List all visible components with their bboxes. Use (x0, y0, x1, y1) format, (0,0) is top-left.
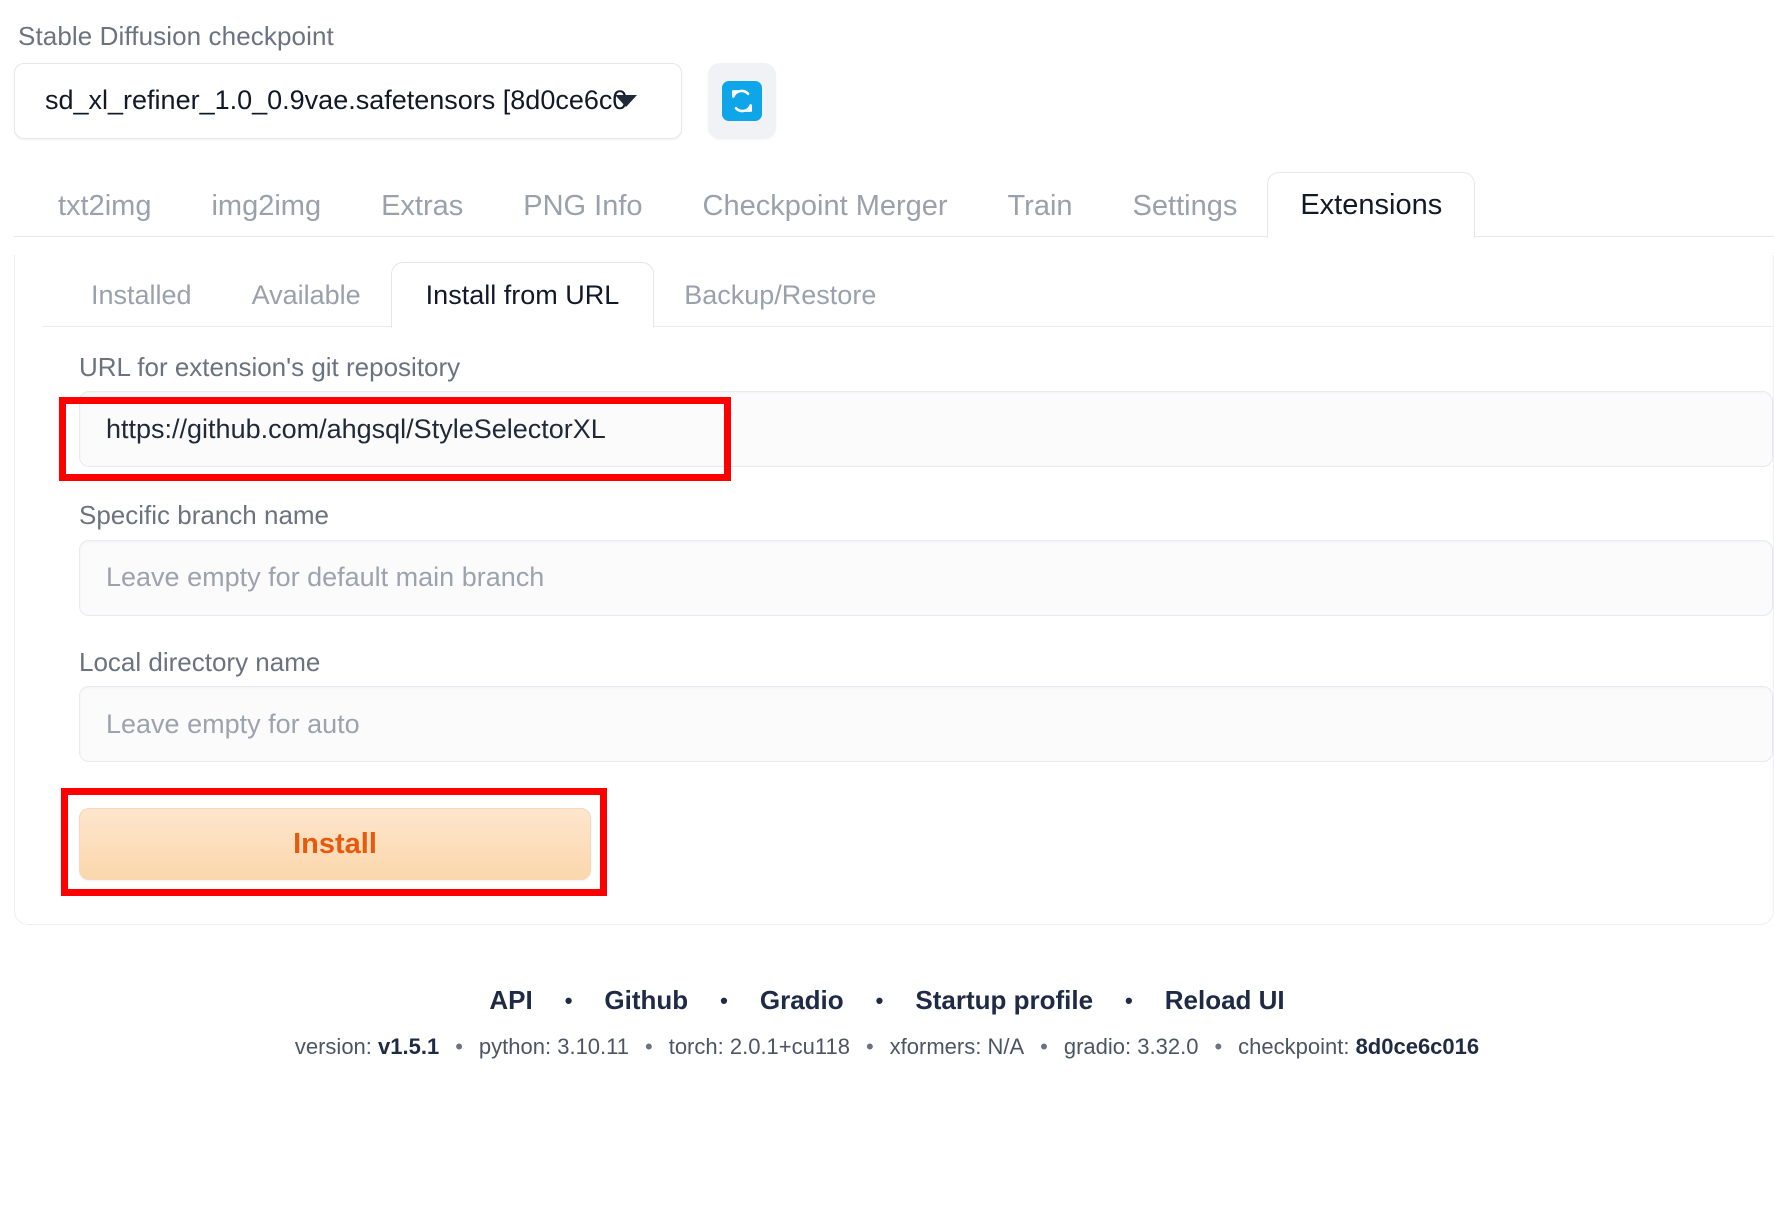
meta-python-value: 3.10.11 (557, 1034, 629, 1059)
meta-checkpoint: checkpoint: 8d0ce6c016 (1226, 1034, 1491, 1060)
meta-torch: torch: 2.0.1+cu118 (657, 1034, 862, 1060)
subtab-install-from-url[interactable]: Install from URL (391, 262, 655, 328)
footer-separator-dot: • (876, 988, 884, 1014)
meta-separator: • (1036, 1034, 1052, 1060)
footer-link-startup-profile[interactable]: Startup profile (883, 985, 1125, 1016)
url-field-label: URL for extension's git repository (79, 353, 1773, 382)
footer: API • Github • Gradio • Startup profile … (0, 985, 1774, 1060)
branch-field-label: Specific branch name (79, 501, 1773, 530)
footer-separator-dot: • (565, 988, 573, 1014)
url-field-group: URL for extension's git repository https… (43, 353, 1773, 468)
footer-separator-dot: • (1125, 988, 1133, 1014)
directory-field-label: Local directory name (79, 648, 1773, 677)
url-input[interactable]: https://github.com/ahgsql/StyleSelectorX… (79, 391, 1773, 467)
refresh-checkpoints-button[interactable] (708, 63, 776, 139)
main-tabs: txt2img img2img Extras PNG Info Checkpoi… (0, 173, 1774, 237)
subtab-backup-restore[interactable]: Backup/Restore (654, 282, 906, 327)
branch-input[interactable]: Leave empty for default main branch (79, 540, 1773, 616)
footer-version-info: version: v1.5.1 • python: 3.10.11 • torc… (0, 1034, 1774, 1060)
checkpoint-row: sd_xl_refiner_1.0_0.9vae.safetensors [8d… (14, 63, 1774, 139)
footer-separator-dot: • (720, 988, 728, 1014)
tab-img2img[interactable]: img2img (181, 192, 351, 237)
meta-version: version: v1.5.1 (283, 1034, 451, 1060)
branch-field-group: Specific branch name Leave empty for def… (43, 501, 1773, 616)
checkpoint-block: Stable Diffusion checkpoint sd_xl_refine… (0, 0, 1774, 139)
footer-link-gradio[interactable]: Gradio (728, 985, 876, 1016)
webui-page: Stable Diffusion checkpoint sd_xl_refine… (0, 0, 1774, 1230)
meta-gradio: gradio: 3.32.0 (1052, 1034, 1211, 1060)
branch-input-placeholder: Leave empty for default main branch (106, 562, 544, 593)
checkpoint-dropdown[interactable]: sd_xl_refiner_1.0_0.9vae.safetensors [8d… (14, 63, 682, 139)
url-input-value: https://github.com/ahgsql/StyleSelectorX… (106, 414, 606, 445)
directory-input[interactable]: Leave empty for auto (79, 686, 1773, 762)
chevron-down-icon (615, 95, 637, 107)
footer-link-api[interactable]: API (457, 985, 564, 1016)
meta-separator: • (862, 1034, 878, 1060)
refresh-icon (722, 81, 762, 121)
checkpoint-label: Stable Diffusion checkpoint (18, 22, 1774, 51)
directory-input-placeholder: Leave empty for auto (106, 709, 360, 740)
directory-field-group: Local directory name Leave empty for aut… (43, 648, 1773, 763)
extensions-subtabs: Installed Available Install from URL Bac… (15, 255, 1773, 327)
extensions-subtabbar: Installed Available Install from URL Bac… (15, 255, 1773, 327)
install-button[interactable]: Install (79, 808, 591, 880)
tab-checkpoint-merger[interactable]: Checkpoint Merger (673, 192, 978, 237)
tab-extras[interactable]: Extras (351, 192, 493, 237)
meta-separator: • (451, 1034, 467, 1060)
main-tabbar: txt2img img2img Extras PNG Info Checkpoi… (0, 173, 1774, 237)
tab-png-info[interactable]: PNG Info (493, 192, 672, 237)
checkpoint-selected-value: sd_xl_refiner_1.0_0.9vae.safetensors [8d… (45, 85, 627, 116)
install-from-url-form: URL for extension's git repository https… (15, 327, 1773, 881)
tab-train[interactable]: Train (978, 192, 1103, 237)
meta-version-value: v1.5.1 (378, 1034, 439, 1059)
subtab-available[interactable]: Available (222, 282, 391, 327)
subtab-installed[interactable]: Installed (61, 282, 222, 327)
meta-torch-value: 2.0.1+cu118 (730, 1034, 850, 1059)
tab-settings[interactable]: Settings (1103, 192, 1268, 237)
meta-separator: • (641, 1034, 657, 1060)
footer-link-reload-ui[interactable]: Reload UI (1133, 985, 1317, 1016)
footer-link-github[interactable]: Github (572, 985, 720, 1016)
extensions-panel: Installed Available Install from URL Bac… (14, 255, 1774, 926)
tab-txt2img[interactable]: txt2img (28, 192, 181, 237)
meta-xformers: xformers: N/A (878, 1034, 1037, 1060)
meta-xformers-value: N/A (987, 1034, 1024, 1059)
meta-checkpoint-value: 8d0ce6c016 (1356, 1034, 1480, 1059)
meta-separator: • (1210, 1034, 1226, 1060)
tab-extensions[interactable]: Extensions (1267, 172, 1475, 238)
meta-python: python: 3.10.11 (467, 1034, 641, 1060)
meta-gradio-value: 3.32.0 (1137, 1034, 1198, 1059)
install-button-area: Install (43, 808, 1773, 880)
footer-links: API • Github • Gradio • Startup profile … (0, 985, 1774, 1016)
